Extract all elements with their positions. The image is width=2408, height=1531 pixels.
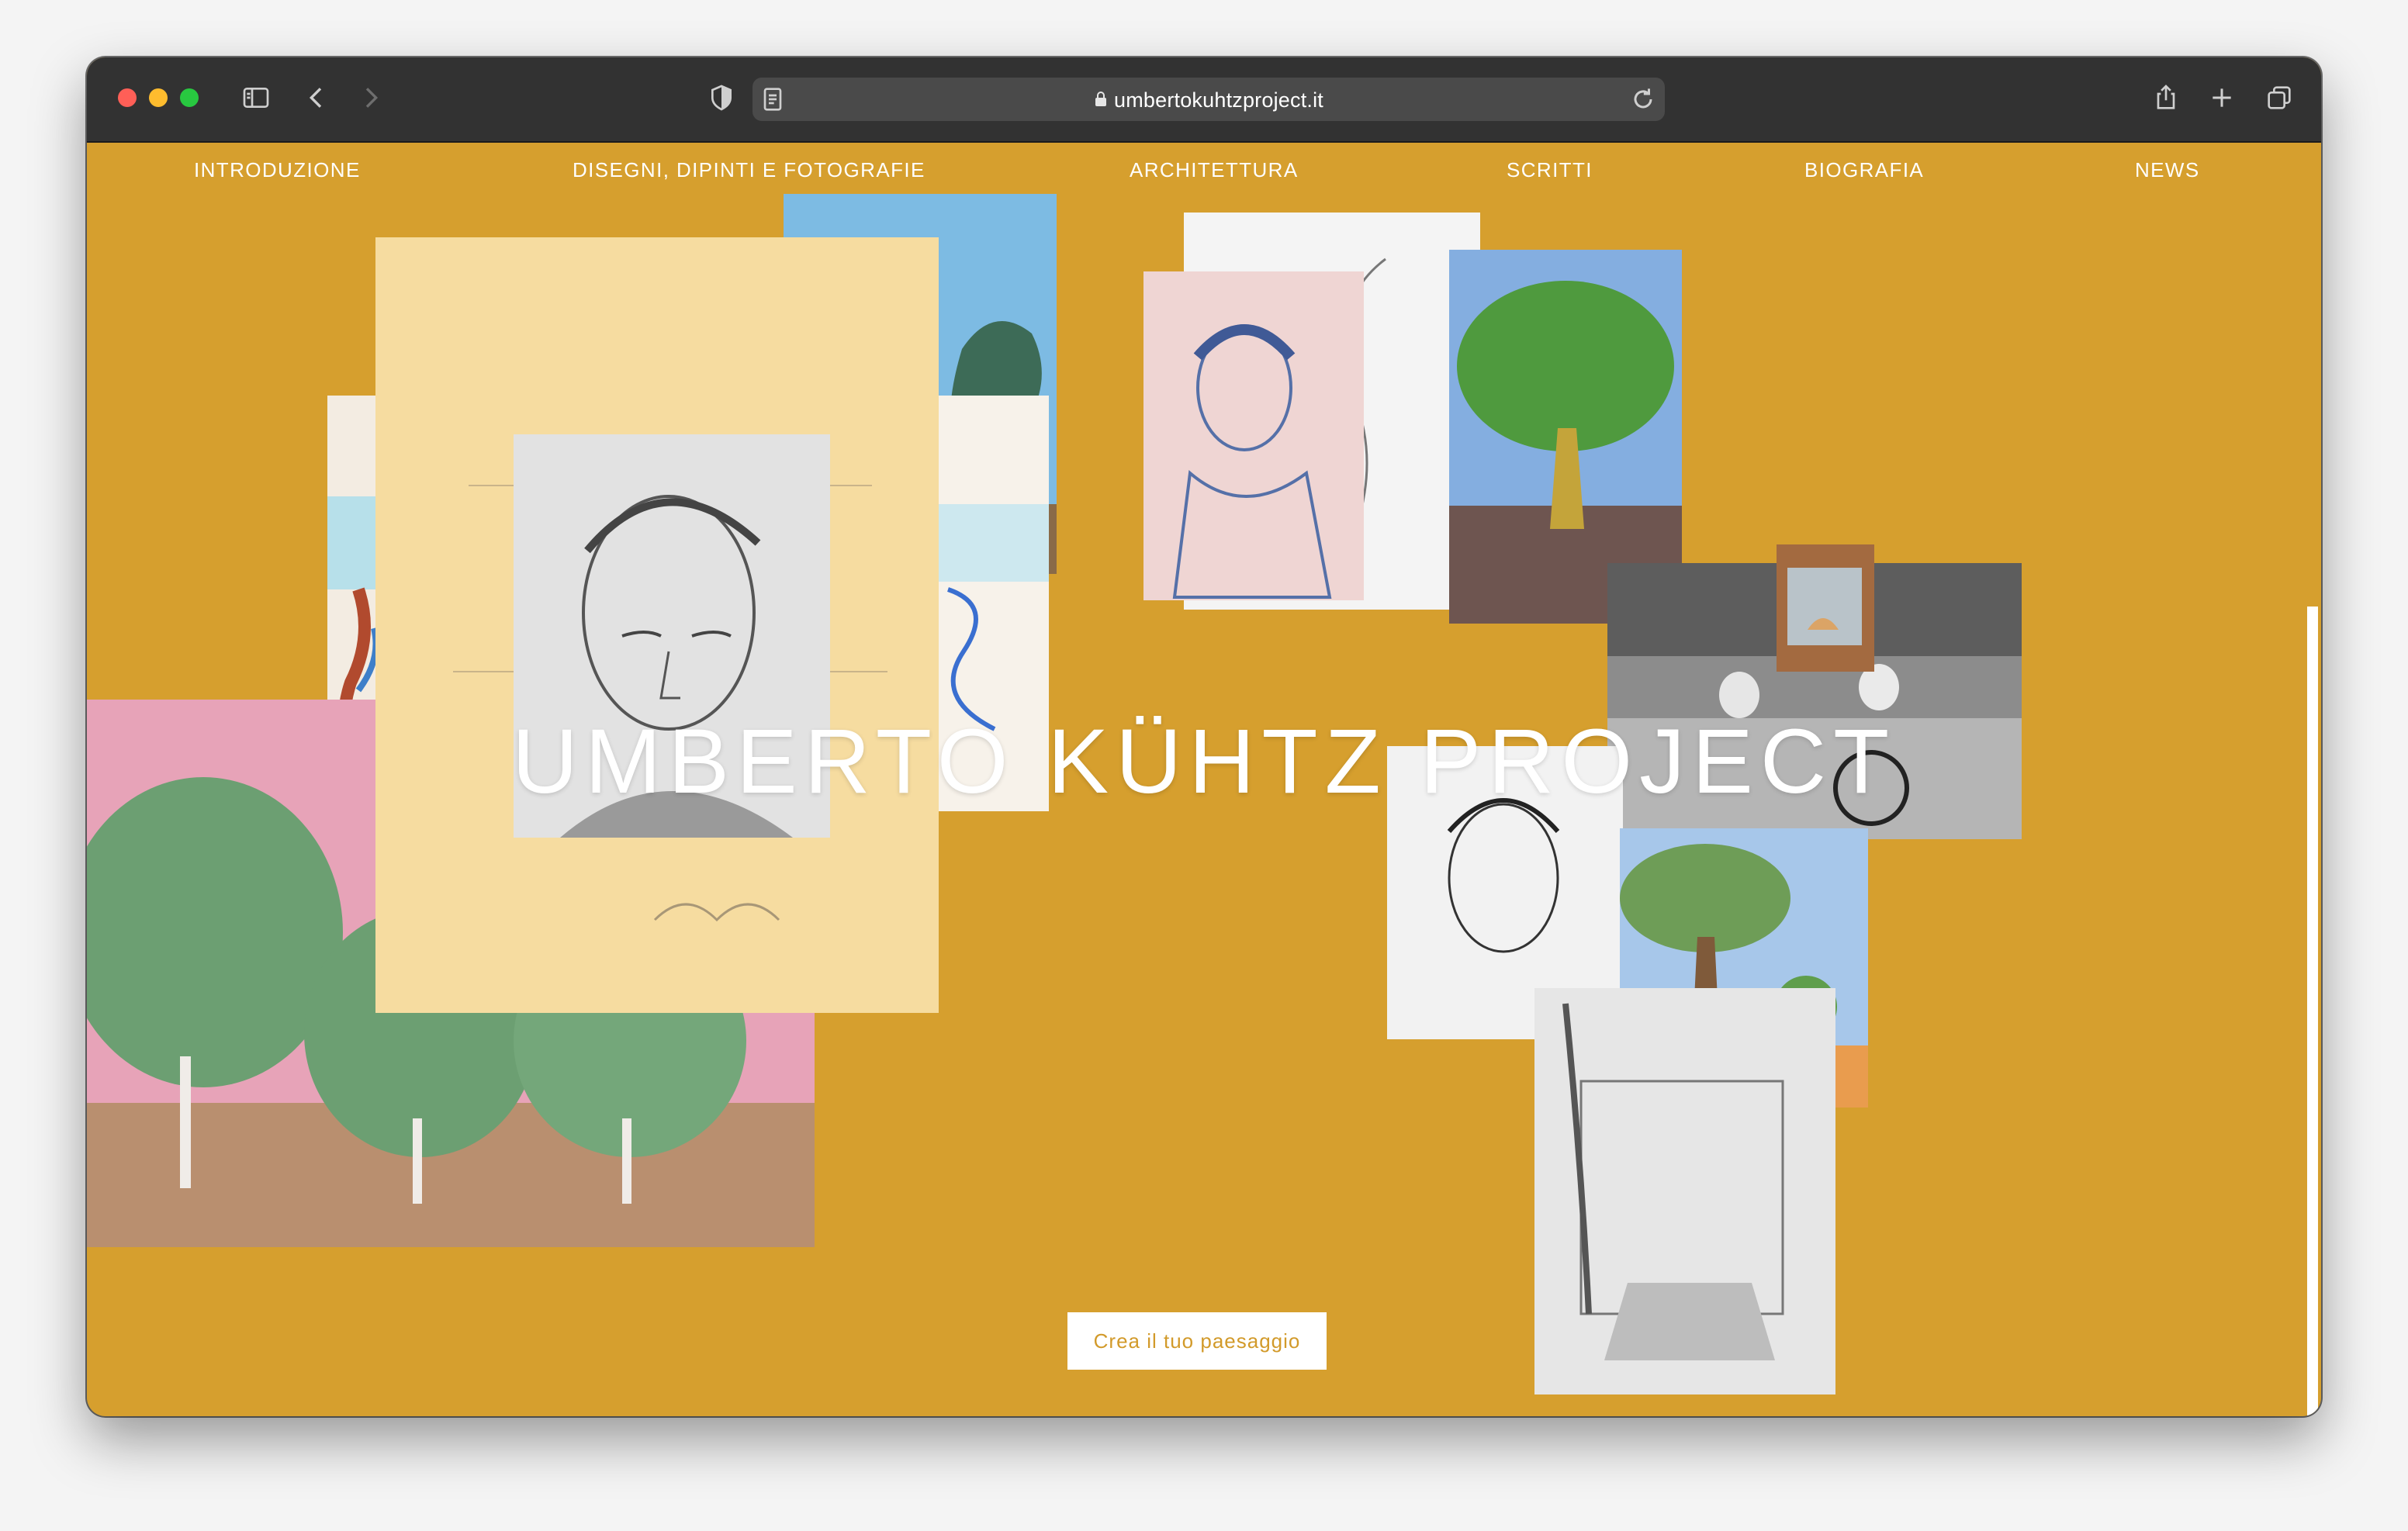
- site-navigation: INTRODUZIONE DISEGNI, DIPINTI E FOTOGRAF…: [87, 141, 2321, 197]
- nav-introduzione[interactable]: INTRODUZIONE: [194, 158, 361, 182]
- browser-window: umbertokuhtzproject.it INTRODUZIONE DISE…: [87, 57, 2321, 1416]
- new-tab-icon[interactable]: [2205, 81, 2239, 115]
- back-icon[interactable]: [299, 81, 334, 115]
- site-title: UMBERTO KÜHTZ PROJECT: [511, 710, 1897, 813]
- artwork-small-seascape[interactable]: [1777, 544, 1874, 672]
- shield-icon[interactable]: [704, 81, 739, 115]
- artwork-blue-portrait-drawing[interactable]: [1143, 271, 1364, 600]
- nav-scritti[interactable]: SCRITTI: [1507, 158, 1593, 182]
- address-bar[interactable]: umbertokuhtzproject.it: [752, 78, 1665, 121]
- artwork-street-pencil-drawing[interactable]: [1534, 988, 1835, 1394]
- share-icon[interactable]: [2149, 81, 2183, 115]
- nav-news[interactable]: NEWS: [2135, 158, 2200, 182]
- lock-icon: [1094, 89, 1108, 113]
- url-text: umbertokuhtzproject.it: [1113, 88, 1324, 112]
- forward-icon[interactable]: [354, 81, 388, 115]
- nav-disegni-dipinti-fotografie[interactable]: DISEGNI, DIPINTI E FOTOGRAFIE: [573, 158, 925, 182]
- create-landscape-button[interactable]: Crea il tuo paesaggio: [1067, 1312, 1327, 1370]
- reload-icon[interactable]: [1626, 82, 1660, 116]
- scrollbar-thumb[interactable]: [2307, 607, 2318, 1416]
- browser-toolbar: umbertokuhtzproject.it: [87, 57, 2321, 143]
- tabs-overview-icon[interactable]: [2262, 81, 2296, 115]
- minimize-window-button[interactable]: [149, 88, 168, 107]
- nav-architettura[interactable]: ARCHITETTURA: [1130, 158, 1299, 182]
- url-display: umbertokuhtzproject.it: [752, 88, 1665, 113]
- sidebar-icon[interactable]: [239, 81, 273, 115]
- zoom-window-button[interactable]: [180, 88, 199, 107]
- close-window-button[interactable]: [118, 88, 137, 107]
- nav-biografia[interactable]: BIOGRAFIA: [1804, 158, 1924, 182]
